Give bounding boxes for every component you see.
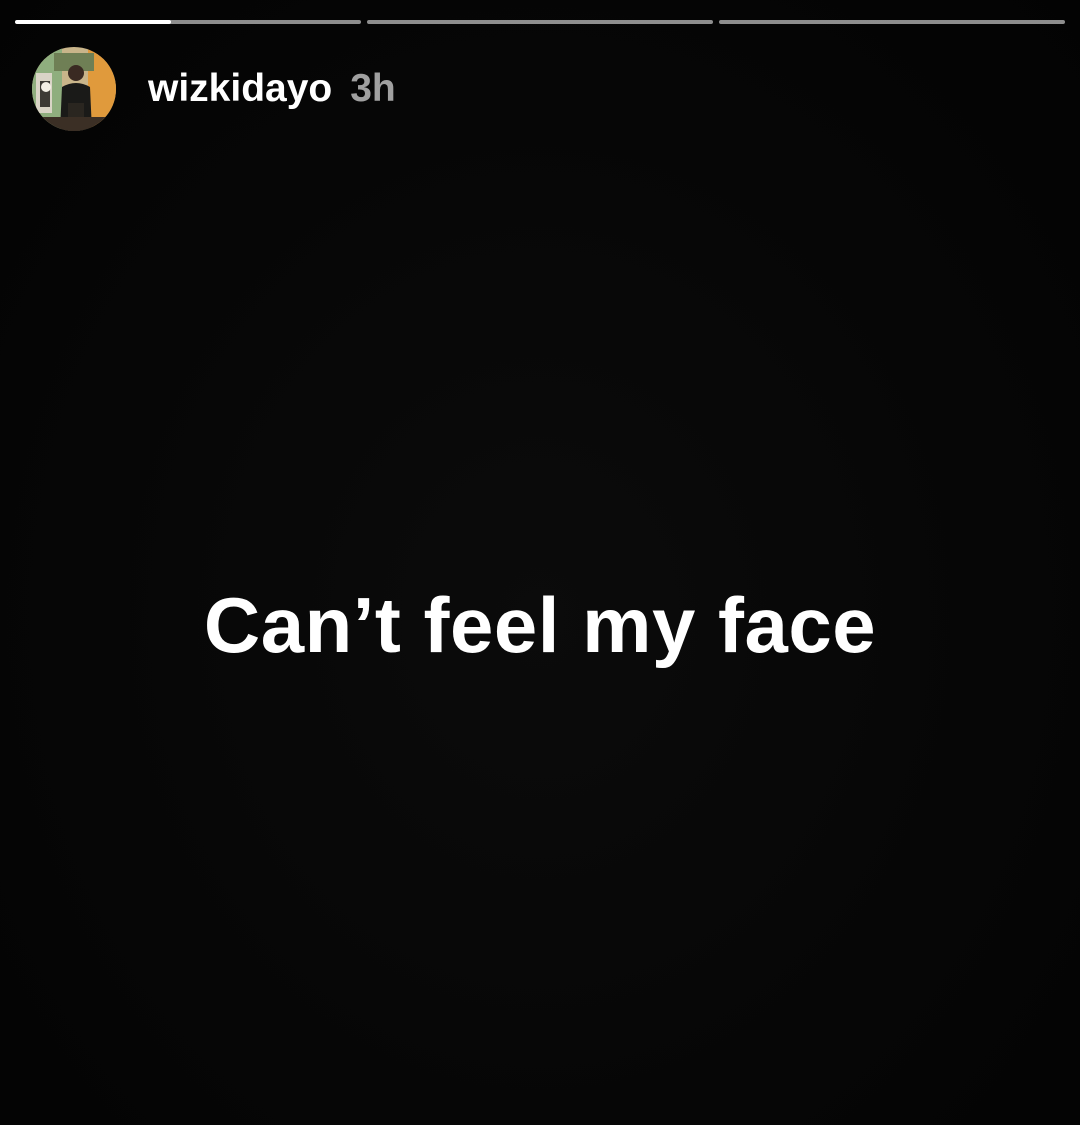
story-progress-bar (15, 20, 1065, 24)
avatar[interactable] (32, 47, 116, 131)
progress-segment (15, 20, 361, 24)
progress-segment-fill (15, 20, 171, 24)
progress-segment (719, 20, 1065, 24)
post-time: 3h (350, 67, 396, 110)
profile-photo-icon (32, 47, 116, 131)
story-caption: Can’t feel my face (203, 581, 877, 669)
progress-segment (367, 20, 713, 24)
username[interactable]: wizkidayo (148, 67, 332, 111)
story-viewer[interactable]: wizkidayo 3h Can’t feel my face (0, 0, 1080, 1125)
story-header: wizkidayo 3h (32, 46, 396, 132)
